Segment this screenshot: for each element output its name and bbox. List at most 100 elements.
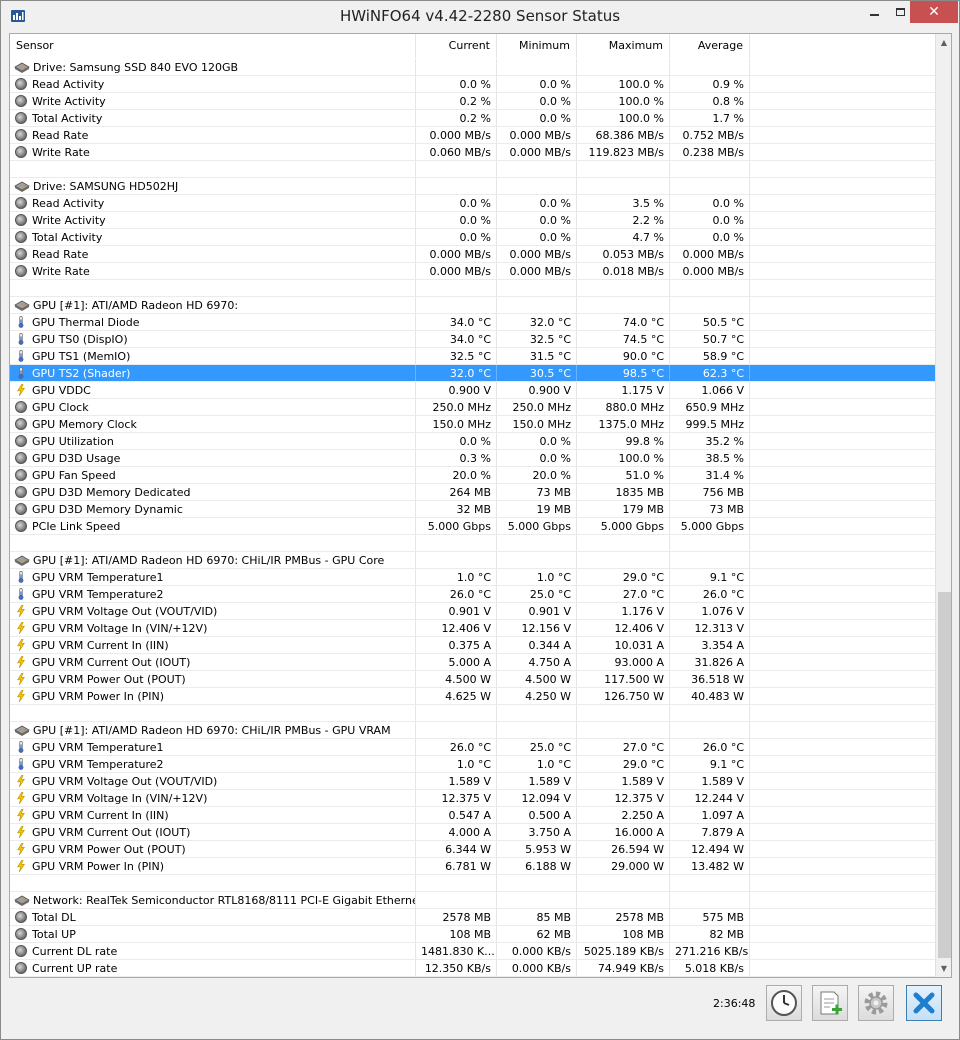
table-row[interactable]: GPU Utilization 0.0 % 0.0 % 99.8 % 35.2 % [10, 433, 935, 450]
table-row[interactable]: GPU VRM Current In (IIN) 0.375 A 0.344 A 10… [10, 637, 935, 654]
table-row[interactable]: GPU VRM Voltage In (VIN/+12V) 12.375 V 12.… [10, 790, 935, 807]
table-row[interactable]: GPU VRM Temperature1 26.0 °C 25.0 °C 27.0 °… [10, 739, 935, 756]
table-row[interactable]: GPU VRM Current Out (IOUT) 5.000 A 4.750 A… [10, 654, 935, 671]
minimum-value: 12.094 V [497, 790, 577, 806]
table-row[interactable]: GPU VRM Voltage Out (VOUT/VID) 1.589 V 1.5… [10, 773, 935, 790]
column-current[interactable]: Current [416, 34, 497, 58]
table-row[interactable]: GPU D3D Memory Dynamic 32 MB 19 MB 179 MB 73… [10, 501, 935, 518]
minimum-value: 0.0 % [497, 76, 577, 92]
filler-cell [750, 892, 935, 908]
sensor-cell: GPU D3D Memory Dedicated [10, 484, 416, 500]
table-row[interactable]: PCIe Link Speed 5.000 Gbps 5.000 Gbps 5.000… [10, 518, 935, 535]
scroll-down-button[interactable]: ▼ [936, 960, 951, 977]
sensor-cell: Drive: Samsung SSD 840 EVO 120GB [10, 59, 416, 75]
maximum-value: 12.406 V [577, 620, 670, 636]
table-row[interactable]: Write Rate 0.060 MB/s 0.000 MB/s 119.823 MB… [10, 144, 935, 161]
thermometer-icon [18, 758, 24, 770]
table-row[interactable]: Total Activity 0.0 % 0.0 % 4.7 % 0.0 % [10, 229, 935, 246]
table-row[interactable]: Read Rate 0.000 MB/s 0.000 MB/s 68.386 MB/s… [10, 127, 935, 144]
table-row[interactable]: GPU VRM Voltage In (VIN/+12V) 12.406 V 12.… [10, 620, 935, 637]
settings-button[interactable] [858, 985, 894, 1021]
maximum-value: 16.000 A [577, 824, 670, 840]
minimum-value: 12.156 V [497, 620, 577, 636]
sensor-group-row[interactable]: Drive: Samsung SSD 840 EVO 120GB [10, 59, 935, 76]
table-row[interactable]: Current DL rate 1481.830 K... 0.000 KB/s 50… [10, 943, 935, 960]
table-row[interactable]: GPU VRM Voltage Out (VOUT/VID) 0.901 V 0.9… [10, 603, 935, 620]
reset-timer-button[interactable] [766, 985, 802, 1021]
filler-cell [750, 535, 935, 551]
sensor-cell: Network: RealTek Semiconductor RTL8168/8… [10, 892, 416, 908]
close-sensors-button[interactable] [906, 985, 942, 1021]
column-average[interactable]: Average [670, 34, 750, 58]
sensor-group-row[interactable]: GPU [#1]: ATI/AMD Radeon HD 6970: CHiL/I… [10, 552, 935, 569]
filler-cell [750, 875, 935, 891]
table-row[interactable]: GPU Thermal Diode 34.0 °C 32.0 °C 74.0 °C 50… [10, 314, 935, 331]
table-row[interactable]: GPU Memory Clock 150.0 MHz 150.0 MHz 1375.0… [10, 416, 935, 433]
current-value: 264 MB [416, 484, 497, 500]
table-row[interactable]: GPU VRM Power Out (POUT) 6.344 W 5.953 W 26… [10, 841, 935, 858]
table-row[interactable]: GPU VRM Power In (PIN) 4.625 W 4.250 W 126.… [10, 688, 935, 705]
table-row[interactable]: Total Activity 0.2 % 0.0 % 100.0 % 1.7 % [10, 110, 935, 127]
filler-cell [750, 382, 935, 398]
average-value: 62.3 °C [670, 365, 750, 381]
average-value: 12.244 V [670, 790, 750, 806]
table-row[interactable]: GPU VRM Current In (IIN) 0.547 A 0.500 A 2.… [10, 807, 935, 824]
table-row[interactable]: GPU VDDC 0.900 V 0.900 V 1.175 V 1.066 V [10, 382, 935, 399]
vertical-scrollbar[interactable]: ▲ ▼ [935, 34, 951, 977]
logging-button[interactable] [812, 985, 848, 1021]
sensor-group-row[interactable]: Network: RealTek Semiconductor RTL8168/8… [10, 892, 935, 909]
table-row[interactable]: GPU Fan Speed 20.0 % 20.0 % 51.0 % 31.4 % [10, 467, 935, 484]
sensor-cell: GPU VRM Power In (PIN) [10, 858, 416, 874]
minimum-value: 4.500 W [497, 671, 577, 687]
table-row[interactable]: GPU VRM Temperature2 1.0 °C 1.0 °C 29.0 °C 9… [10, 756, 935, 773]
column-minimum[interactable]: Minimum [497, 34, 577, 58]
scroll-thumb[interactable] [938, 592, 951, 958]
table-row[interactable]: GPU VRM Power Out (POUT) 4.500 W 4.500 W 11… [10, 671, 935, 688]
average-value: 50.5 °C [670, 314, 750, 330]
table-row[interactable]: Read Rate 0.000 MB/s 0.000 MB/s 0.053 MB/s 0… [10, 246, 935, 263]
average-value [670, 535, 750, 551]
gauge-icon [15, 418, 27, 430]
table-row[interactable]: GPU TS0 (DispIO) 34.0 °C 32.5 °C 74.5 °C 50.… [10, 331, 935, 348]
table-row[interactable]: Read Activity 0.0 % 0.0 % 100.0 % 0.9 % [10, 76, 935, 93]
average-value: 0.000 MB/s [670, 263, 750, 279]
average-value: 0.752 MB/s [670, 127, 750, 143]
sensor-list[interactable]: Sensor Current Minimum Maximum Average D… [9, 33, 952, 978]
table-row[interactable]: GPU VRM Temperature2 26.0 °C 25.0 °C 27.0 °… [10, 586, 935, 603]
sensor-group-row[interactable]: Drive: SAMSUNG HD502HJ [10, 178, 935, 195]
sensor-cell: Read Rate [10, 246, 416, 262]
table-row[interactable]: GPU VRM Temperature1 1.0 °C 1.0 °C 29.0 °C 9… [10, 569, 935, 586]
table-row[interactable]: GPU D3D Memory Dedicated 264 MB 73 MB 1835 … [10, 484, 935, 501]
table-row[interactable]: Current UP rate 12.350 KB/s 0.000 KB/s 74.9… [10, 960, 935, 977]
title-bar[interactable]: HWiNFO64 v4.42-2280 Sensor Status ✕ [1, 1, 959, 31]
table-row[interactable]: GPU TS2 (Shader) 32.0 °C 30.5 °C 98.5 °C 62.… [10, 365, 935, 382]
table-row[interactable]: GPU Clock 250.0 MHz 250.0 MHz 880.0 MHz 650.… [10, 399, 935, 416]
table-row[interactable]: Total DL 2578 MB 85 MB 2578 MB 575 MB [10, 909, 935, 926]
table-row[interactable]: GPU TS1 (MemIO) 32.5 °C 31.5 °C 90.0 °C 58.9… [10, 348, 935, 365]
close-window-button[interactable]: ✕ [910, 1, 958, 23]
sensor-cell: GPU VRM Current In (IIN) [10, 807, 416, 823]
sensor-name: GPU VRM Voltage In (VIN/+12V) [32, 791, 208, 805]
column-sensor[interactable]: Sensor [10, 34, 416, 58]
sensor-group-row[interactable]: GPU [#1]: ATI/AMD Radeon HD 6970: [10, 297, 935, 314]
table-row[interactable]: Write Rate 0.000 MB/s 0.000 MB/s 0.018 MB/s… [10, 263, 935, 280]
current-value: 5.000 A [416, 654, 497, 670]
maximum-value [577, 722, 670, 738]
filler-cell [750, 127, 935, 143]
sensor-group-row[interactable]: GPU [#1]: ATI/AMD Radeon HD 6970: CHiL/I… [10, 722, 935, 739]
current-value: 6.344 W [416, 841, 497, 857]
filler-cell [750, 569, 935, 585]
column-maximum[interactable]: Maximum [577, 34, 670, 58]
table-row[interactable]: Write Activity 0.2 % 0.0 % 100.0 % 0.8 % [10, 93, 935, 110]
table-row[interactable]: Write Activity 0.0 % 0.0 % 2.2 % 0.0 % [10, 212, 935, 229]
gauge-icon [15, 95, 27, 107]
table-row[interactable]: Total UP 108 MB 62 MB 108 MB 82 MB [10, 926, 935, 943]
table-row[interactable]: Read Activity 0.0 % 0.0 % 3.5 % 0.0 % [10, 195, 935, 212]
minimum-value: 73 MB [497, 484, 577, 500]
table-row[interactable]: GPU VRM Power In (PIN) 6.781 W 6.188 W 29.0… [10, 858, 935, 875]
current-value [416, 722, 497, 738]
scroll-up-button[interactable]: ▲ [936, 34, 951, 51]
gauge-icon [15, 231, 27, 243]
table-row[interactable]: GPU VRM Current Out (IOUT) 4.000 A 3.750 A… [10, 824, 935, 841]
table-row[interactable]: GPU D3D Usage 0.3 % 0.0 % 100.0 % 38.5 % [10, 450, 935, 467]
